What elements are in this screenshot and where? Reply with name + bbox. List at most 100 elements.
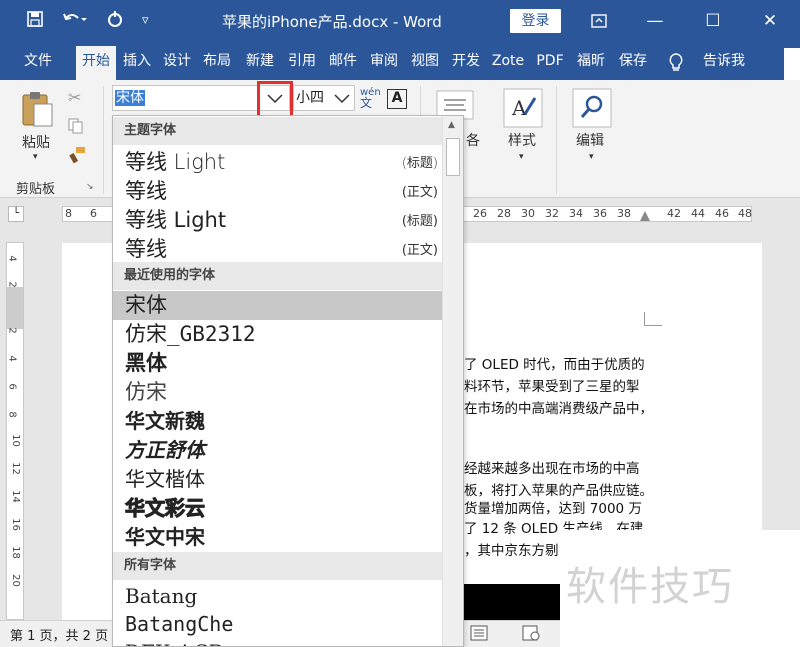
indent-marker[interactable] (640, 211, 650, 221)
font-option-tag: (正文) (401, 185, 438, 200)
margin-corner-marker (644, 312, 662, 326)
ruler-number: 2 (6, 281, 18, 288)
styles-chevron-icon[interactable]: ▾ (519, 152, 524, 162)
font-size-input[interactable]: 小四 (293, 85, 355, 111)
tab-foxit[interactable]: 福昕 (572, 50, 610, 80)
font-option[interactable]: 等线 (正文) (113, 233, 443, 262)
tab-mailings[interactable]: 邮件 (324, 50, 362, 80)
font-option-selected[interactable]: 宋体 (113, 291, 443, 320)
tell-me-input[interactable]: 告诉我 (696, 50, 752, 80)
ruler-number: 26 (473, 207, 487, 220)
tab-references[interactable]: 引用 (283, 50, 321, 80)
close-icon[interactable]: ✕ (755, 8, 785, 34)
document-text-line[interactable]: 了 OLED 时代，而由于优质的 (464, 353, 645, 373)
font-option[interactable]: 黑体 (113, 349, 443, 378)
customize-toolbar-icon[interactable]: ▿ (142, 13, 149, 28)
font-option[interactable]: 等线 Light (标题) (113, 146, 443, 175)
undo-icon[interactable] (62, 10, 88, 33)
title-bar: ▿ 苹果的iPhone产品.docx - Word 登录 — ☐ ✕ (0, 0, 800, 42)
font-option-label: 等线 Light (125, 150, 226, 174)
vertical-ruler[interactable]: 4 2 2 4 6 8 10 12 14 16 18 20 (6, 242, 24, 620)
font-name-input[interactable]: 宋体 (112, 85, 260, 111)
paste-chevron-icon[interactable]: ▾ (33, 152, 38, 162)
font-option[interactable]: 华文彩云 (113, 494, 443, 523)
image-block (464, 584, 560, 620)
font-option[interactable]: DFKai-SB (113, 638, 443, 646)
tab-view[interactable]: 视图 (406, 50, 444, 80)
document-text-line[interactable]: 货量增加两倍，达到 7000 万 (464, 497, 642, 517)
font-option[interactable]: 华文新魏 (113, 407, 443, 436)
paste-label[interactable]: 粘贴 (22, 132, 50, 152)
lightbulb-icon[interactable] (668, 52, 684, 76)
tab-developer[interactable]: 开发 (447, 50, 485, 80)
vertical-ruler-margin (7, 287, 23, 329)
font-option[interactable]: 仿宋 (113, 378, 443, 407)
minimize-icon[interactable]: — (640, 8, 670, 34)
tab-zotero[interactable]: Zote (488, 50, 528, 80)
ruler-number: 20 (9, 574, 21, 587)
tab-review[interactable]: 审阅 (365, 50, 403, 80)
font-option[interactable]: 华文楷体 (113, 465, 443, 494)
font-option[interactable]: 等线 (正文) (113, 175, 443, 204)
print-layout-icon[interactable] (470, 625, 488, 645)
clipboard-launcher-icon[interactable]: ↘ (86, 182, 94, 192)
editing-label[interactable]: 编辑 (576, 130, 604, 150)
login-button[interactable]: 登录 (510, 9, 561, 33)
copy-icon[interactable] (68, 118, 84, 138)
document-text-line[interactable]: 经越来越多出现在市场的中高 (464, 457, 640, 477)
styles-label[interactable]: 样式 (508, 130, 536, 150)
font-dropdown-list[interactable]: 主题字体 等线 Light (标题) 等线 (正文) 等线 Light (标题) 等线… (112, 115, 464, 647)
font-option[interactable]: Batang (113, 582, 443, 611)
font-size-value: 小四 (296, 90, 324, 106)
document-text-line[interactable]: 料环节，苹果受到了三星的掣 (464, 375, 640, 395)
ruler-number: 28 (497, 207, 511, 220)
document-text-line[interactable]: 板，将打入苹果的产品供应链。 (464, 479, 653, 499)
ribbon-divider (556, 86, 557, 194)
font-name-value: 宋体 (115, 90, 145, 106)
clipboard-group-label: 剪贴板 (16, 182, 56, 197)
document-text-line[interactable]: 在市场的中高端消费级产品中， (464, 397, 653, 417)
font-option[interactable]: 方正舒体 (113, 436, 443, 465)
cut-icon[interactable]: ✂ (68, 88, 81, 107)
save-icon[interactable] (26, 10, 44, 33)
ribbon-scroll-right[interactable] (784, 48, 800, 80)
ruler-number: 18 (9, 546, 21, 559)
font-option[interactable]: 等线 Light (标题) (113, 204, 443, 233)
document-text-line[interactable]: ，其中京东方剔 (464, 539, 559, 559)
tab-pdf[interactable]: PDF (531, 50, 569, 80)
web-layout-icon[interactable] (522, 625, 540, 645)
ribbon-tabs: 文件 开始 插入 设计 布局 新建 引用 邮件 审阅 视图 开发 Zote PD… (0, 42, 800, 80)
redo-icon[interactable] (106, 10, 124, 33)
dropdown-scrollbar[interactable]: ▲ (442, 116, 463, 646)
tab-selector-icon[interactable]: └ (8, 206, 24, 222)
tab-new[interactable]: 新建 (240, 50, 280, 80)
scrollbar-thumb[interactable] (446, 138, 460, 176)
tab-design[interactable]: 设计 (158, 50, 196, 80)
styles-icon[interactable]: A (503, 88, 543, 132)
font-option-label: 等线 (125, 237, 167, 261)
character-border-icon[interactable]: A (387, 89, 407, 109)
editing-chevron-icon[interactable]: ▾ (589, 152, 594, 162)
tab-file[interactable]: 文件 (14, 50, 62, 80)
ribbon-divider (103, 86, 104, 194)
scroll-up-icon[interactable]: ▲ (448, 120, 455, 130)
font-option[interactable]: 仿宋_GB2312 (113, 320, 443, 349)
ruler-number: 14 (9, 490, 21, 503)
font-option-label: 等线 Light (125, 208, 227, 232)
find-icon[interactable] (572, 88, 612, 132)
font-size-chevron-icon[interactable] (334, 94, 350, 104)
paste-icon[interactable] (20, 90, 54, 134)
page-count[interactable]: 第 1 页，共 2 页 (10, 625, 108, 644)
ruler-number: 34 (569, 207, 583, 220)
ribbon-display-icon[interactable] (584, 8, 614, 34)
maximize-icon[interactable]: ☐ (698, 8, 728, 34)
format-painter-icon[interactable] (68, 146, 86, 168)
ruler-number: 2 (6, 327, 18, 334)
font-option[interactable]: BatangChe (113, 610, 443, 639)
phonetic-guide-icon[interactable]: wén 文 (360, 88, 381, 110)
tab-home[interactable]: 开始 (76, 46, 116, 80)
font-option[interactable]: 华文中宋 (113, 523, 443, 552)
tab-save[interactable]: 保存 (614, 50, 652, 80)
tab-insert[interactable]: 插入 (118, 50, 156, 80)
tab-layout[interactable]: 布局 (198, 50, 236, 80)
